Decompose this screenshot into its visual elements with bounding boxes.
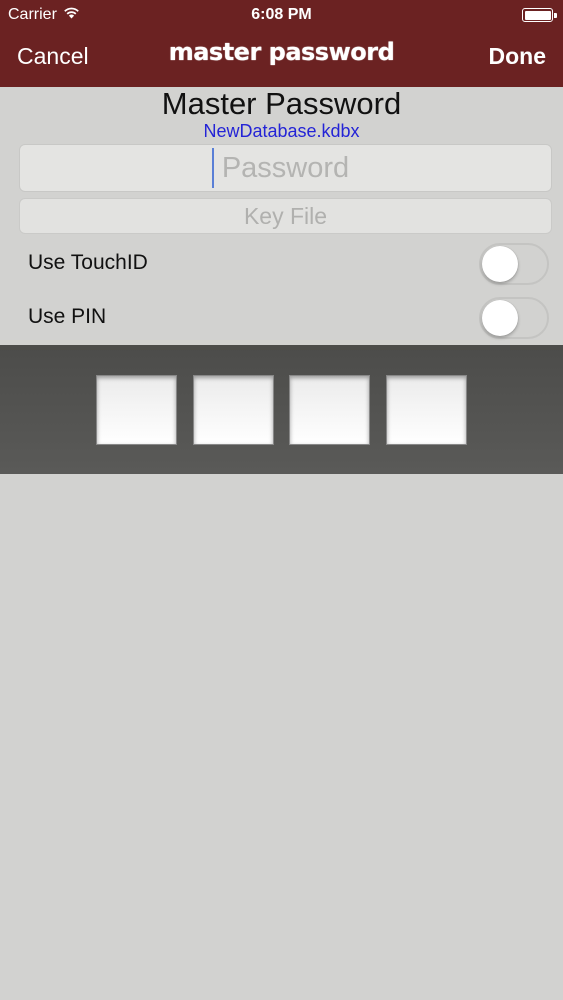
nav-title: master password [168, 38, 395, 66]
touchid-row: Use TouchID [0, 239, 563, 291]
pin-entry-panel [0, 345, 563, 474]
password-input[interactable] [19, 144, 552, 192]
touchid-label: Use TouchID [28, 251, 148, 274]
done-button[interactable]: Done [489, 43, 547, 70]
pin-label: Use PIN [28, 305, 107, 328]
switch-knob [482, 300, 518, 336]
pin-digit-box-3[interactable] [289, 375, 370, 445]
text-cursor [212, 148, 214, 188]
pin-switch[interactable] [479, 297, 549, 339]
pin-digit-box-4[interactable] [386, 375, 467, 445]
page-title: Master Password [161, 86, 402, 121]
key-file-button[interactable]: Key File [19, 198, 552, 234]
pin-row: Use PIN [0, 293, 563, 345]
database-name: NewDatabase.kdbx [203, 121, 360, 141]
pin-digit-box-1[interactable] [96, 375, 177, 445]
battery-icon [522, 8, 557, 22]
pin-digit-box-2[interactable] [193, 375, 274, 445]
switch-knob [482, 246, 518, 282]
status-bar: Carrier 6:08 PM [0, 0, 563, 30]
navigation-bar: Carrier 6:08 PM Cancel master password D… [0, 0, 563, 87]
clock: 6:08 PM [251, 6, 312, 23]
touchid-switch[interactable] [479, 243, 549, 285]
